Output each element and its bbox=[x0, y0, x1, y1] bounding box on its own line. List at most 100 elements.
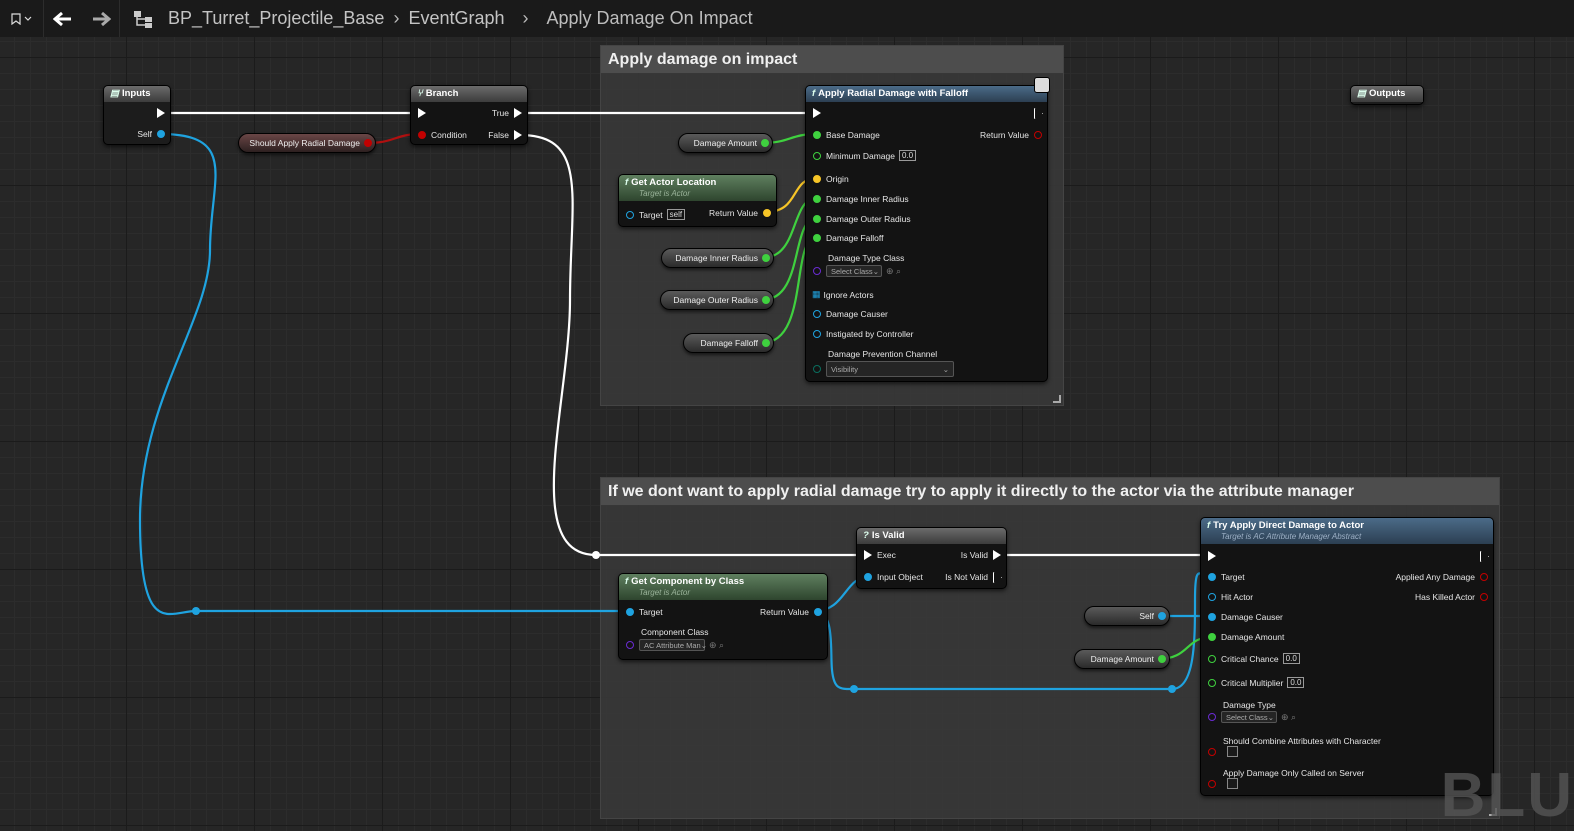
damage-causer-pin[interactable]: Damage Causer bbox=[808, 309, 888, 319]
has-killed-actor-pin[interactable]: Has Killed Actor bbox=[1415, 592, 1493, 602]
component-class-pin[interactable]: AC Attribute Man ⌄ ⊕ ⌕ bbox=[621, 639, 724, 651]
condition-pin[interactable]: Condition bbox=[413, 130, 467, 140]
exec-in-pin[interactable] bbox=[1203, 551, 1221, 561]
critical-chance-pin[interactable]: Critical Chance 0.0 bbox=[1203, 653, 1300, 664]
target-pin[interactable]: Target bbox=[621, 607, 663, 617]
return-value-pin[interactable]: Return Value bbox=[980, 130, 1047, 140]
inputs-node[interactable]: ▤ Inputs Self bbox=[103, 85, 171, 145]
damage-amount-pin[interactable]: Damage Amount bbox=[1203, 632, 1284, 642]
try-apply-direct-damage-node[interactable]: f Try Apply Direct Damage to Actor Target … bbox=[1200, 517, 1494, 796]
damage-type-pin[interactable]: Select Class ⌄ ⊕ ⌕ bbox=[1203, 711, 1296, 723]
chevron-right-icon: › bbox=[522, 8, 529, 28]
input-object-pin[interactable]: Input Object bbox=[859, 572, 923, 582]
damage-type-class-pin[interactable]: Select Class ⌄ ⊕ ⌕ bbox=[808, 265, 901, 277]
applied-any-damage-pin[interactable]: Applied Any Damage bbox=[1396, 572, 1493, 582]
ignore-actors-pin[interactable]: ▦ Ignore Actors bbox=[812, 289, 874, 300]
return-value-pin[interactable]: Return Value bbox=[709, 208, 776, 218]
damage-type-class-dropdown[interactable]: Select Class ⌄ bbox=[826, 265, 882, 277]
self-getter[interactable]: Self bbox=[1084, 606, 1170, 626]
breadcrumb: BP_Turret_Projectile_Base › EventGraph ›… bbox=[120, 8, 753, 29]
question-icon: ? bbox=[863, 530, 869, 541]
node-header: f Apply Radial Damage with Falloff bbox=[806, 86, 1047, 102]
arrow-right-icon bbox=[92, 11, 111, 26]
node-header: ? Is Valid bbox=[857, 528, 1006, 544]
hit-actor-pin[interactable]: Hit Actor bbox=[1203, 592, 1253, 602]
breadcrumb-graph[interactable]: EventGraph bbox=[408, 8, 504, 29]
is-valid-pin[interactable]: Is Valid bbox=[961, 550, 1006, 560]
branch-icon: ⑂ bbox=[417, 88, 423, 99]
damage-prevention-channel-pin[interactable]: Visibility ⌄ bbox=[808, 361, 954, 377]
node-header: f Try Apply Direct Damage to Actor Target … bbox=[1201, 518, 1493, 544]
instigated-by-pin[interactable]: Instigated by Controller bbox=[808, 329, 913, 339]
function-icon: f bbox=[625, 576, 629, 587]
apply-radial-damage-node[interactable]: f Apply Radial Damage with Falloff Base D… bbox=[805, 77, 1050, 382]
is-not-valid-pin[interactable]: Is Not Valid bbox=[945, 572, 1006, 582]
outputs-node[interactable]: ▤ Outputs bbox=[1350, 85, 1424, 105]
exec-out-pin[interactable] bbox=[1029, 108, 1047, 118]
bookmark-icon bbox=[11, 12, 21, 25]
damage-causer-pin[interactable]: Damage Causer bbox=[1203, 612, 1283, 622]
breadcrumb-blueprint[interactable]: BP_Turret_Projectile_Base bbox=[168, 8, 384, 29]
damage-falloff-pin[interactable]: Damage Falloff bbox=[808, 233, 883, 243]
should-apply-radial-damage-getter[interactable]: Should Apply Radial Damage bbox=[238, 133, 376, 153]
damage-outer-radius-pin[interactable]: Damage Outer Radius bbox=[808, 214, 911, 224]
combine-attributes-checkbox[interactable] bbox=[1227, 746, 1238, 757]
exec-in-pin[interactable] bbox=[413, 108, 431, 118]
return-value-pin[interactable]: Return Value bbox=[760, 607, 827, 617]
damage-type-dropdown[interactable]: Select Class ⌄ bbox=[1221, 711, 1277, 723]
exec-out-pin[interactable] bbox=[1475, 551, 1493, 561]
function-icon: f bbox=[1207, 520, 1211, 531]
critical-multiplier-pin[interactable]: Critical Multiplier 0.0 bbox=[1203, 677, 1305, 688]
minimum-damage-pin[interactable]: Minimum Damage 0.0 bbox=[808, 150, 917, 161]
branch-node[interactable]: ⑂ Branch Condition True False bbox=[410, 85, 528, 145]
bookmark-button[interactable] bbox=[0, 0, 44, 37]
browse-icon[interactable]: ⊕ ⌕ bbox=[1281, 712, 1296, 723]
toolbar: BP_Turret_Projectile_Base › EventGraph ›… bbox=[0, 0, 1574, 37]
component-class-dropdown[interactable]: AC Attribute Man ⌄ bbox=[639, 639, 707, 651]
function-icon: f bbox=[625, 177, 629, 188]
base-damage-pin[interactable]: Base Damage bbox=[808, 130, 880, 140]
self-pin[interactable]: Self bbox=[137, 129, 170, 139]
exec-in-pin[interactable]: Exec bbox=[859, 550, 896, 560]
target-pin[interactable]: Target bbox=[1203, 572, 1245, 582]
browse-icon[interactable]: ⊕ ⌕ bbox=[709, 640, 724, 651]
damage-inner-radius-pin[interactable]: Damage Inner Radius bbox=[808, 194, 909, 204]
get-component-by-class-node[interactable]: f Get Component by Class Target is Actor T… bbox=[618, 573, 828, 660]
combine-attributes-label: Should Combine Attributes with Character bbox=[1223, 736, 1381, 746]
exec-out-pin[interactable] bbox=[152, 108, 170, 118]
chevron-down-icon bbox=[24, 16, 32, 21]
exec-in-pin[interactable] bbox=[808, 108, 826, 118]
damage-falloff-getter[interactable]: Damage Falloff bbox=[683, 333, 774, 353]
breadcrumb-function: Apply Damage On Impact bbox=[546, 8, 753, 28]
combine-attributes-pin[interactable] bbox=[1203, 746, 1238, 757]
damage-amount-getter-2[interactable]: Damage Amount bbox=[1074, 649, 1170, 669]
comment-title[interactable]: If we dont want to apply radial damage t… bbox=[601, 478, 1499, 505]
browse-icon[interactable]: ⊕ ⌕ bbox=[886, 266, 901, 277]
damage-outer-radius-getter[interactable]: Damage Outer Radius bbox=[660, 290, 774, 310]
target-pin[interactable]: Target self bbox=[621, 209, 686, 220]
is-valid-node[interactable]: ? Is Valid Exec Input Object Is Valid Is … bbox=[856, 527, 1007, 589]
channel-dropdown[interactable]: Visibility ⌄ bbox=[826, 361, 954, 377]
server-only-checkbox[interactable] bbox=[1227, 778, 1238, 789]
server-only-pin[interactable] bbox=[1203, 778, 1238, 789]
node-header: f Get Component by Class Target is Actor bbox=[619, 574, 827, 600]
server-only-label: Apply Damage Only Called on Server bbox=[1223, 768, 1365, 778]
node-header: ▤ Inputs bbox=[104, 86, 170, 102]
true-pin[interactable]: True bbox=[492, 108, 527, 118]
forward-button[interactable] bbox=[82, 0, 120, 37]
damage-type-class-label: Damage Type Class bbox=[828, 253, 905, 263]
false-pin[interactable]: False bbox=[488, 130, 527, 140]
damage-inner-radius-getter[interactable]: Damage Inner Radius bbox=[661, 248, 774, 268]
resize-grip[interactable] bbox=[1053, 395, 1061, 403]
chevron-right-icon: › bbox=[393, 8, 400, 28]
get-actor-location-node[interactable]: f Get Actor Location Target is Actor Targe… bbox=[618, 174, 777, 227]
tunnel-icon: ▤ bbox=[110, 88, 119, 99]
origin-pin[interactable]: Origin bbox=[808, 174, 849, 184]
node-header: ⑂ Branch bbox=[411, 86, 527, 102]
back-button[interactable] bbox=[44, 0, 82, 37]
arrow-left-icon bbox=[53, 11, 71, 26]
damage-amount-getter[interactable]: Damage Amount bbox=[678, 133, 773, 153]
node-header: f Get Actor Location Target is Actor bbox=[619, 175, 776, 201]
comment-title[interactable]: Apply damage on impact bbox=[601, 46, 1063, 73]
blueprint-hierarchy-icon bbox=[134, 10, 152, 28]
